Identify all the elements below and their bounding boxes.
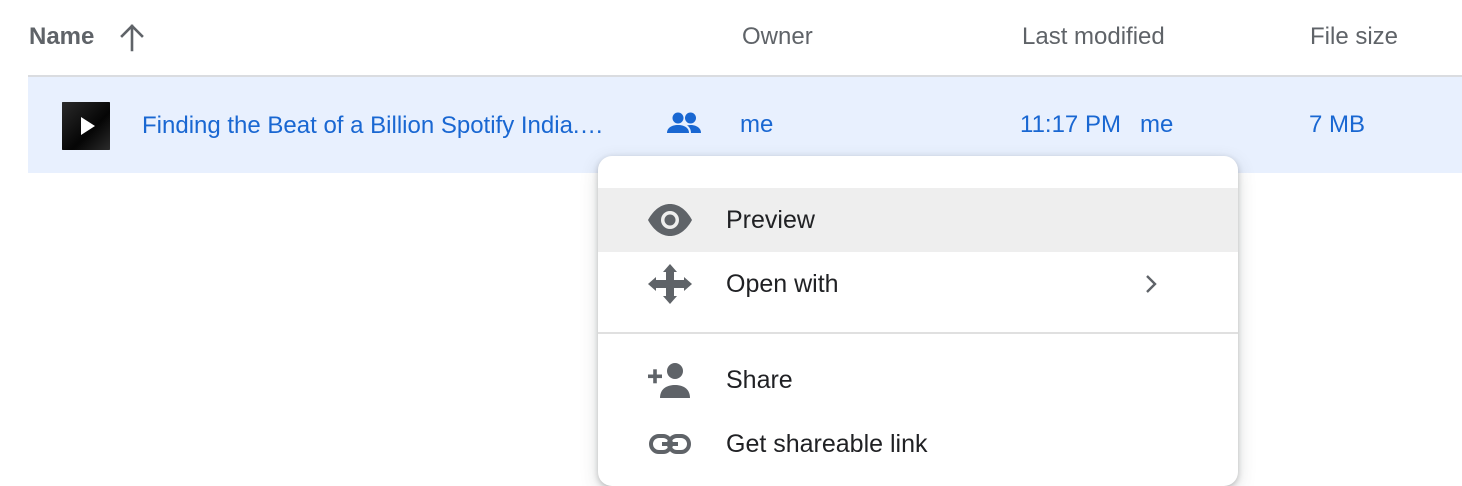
- menu-item-open-with[interactable]: Open with: [598, 252, 1238, 316]
- video-play-icon: [81, 117, 95, 135]
- menu-item-preview[interactable]: Preview: [598, 188, 1238, 252]
- chevron-right-icon: [1146, 275, 1157, 293]
- column-header-last-modified[interactable]: Last modified: [1022, 22, 1165, 52]
- last-modified-by: me: [1140, 111, 1174, 138]
- context-menu: Preview Open with Share Get shareable li…: [598, 156, 1238, 486]
- link-icon: [649, 434, 691, 454]
- menu-item-label: Open with: [726, 270, 839, 298]
- last-modified-time: 11:17 PM: [1020, 111, 1121, 138]
- column-header-owner[interactable]: Owner: [742, 22, 813, 52]
- menu-item-label: Get shareable link: [726, 430, 928, 458]
- eye-icon: [648, 204, 692, 236]
- menu-item-label: Share: [726, 366, 793, 394]
- menu-divider: [598, 332, 1238, 334]
- file-size-value: 7 MB: [1309, 111, 1366, 138]
- menu-item-label: Preview: [726, 206, 815, 234]
- owner-value: me: [740, 111, 774, 138]
- move-arrows-icon: [648, 264, 692, 304]
- file-list-header: Name Owner Last modified File size: [0, 0, 1462, 76]
- video-thumbnail[interactable]: [62, 102, 110, 150]
- column-header-name[interactable]: Name: [29, 22, 94, 52]
- people-icon: [667, 112, 701, 133]
- arrow-up-icon[interactable]: [116, 22, 148, 54]
- person-add-icon: [648, 363, 690, 398]
- menu-item-get-shareable-link[interactable]: Get shareable link: [598, 412, 1238, 476]
- file-name[interactable]: Finding the Beat of a Billion Spotify In…: [142, 111, 604, 141]
- column-header-file-size[interactable]: File size: [1310, 22, 1398, 52]
- menu-item-share[interactable]: Share: [598, 348, 1238, 412]
